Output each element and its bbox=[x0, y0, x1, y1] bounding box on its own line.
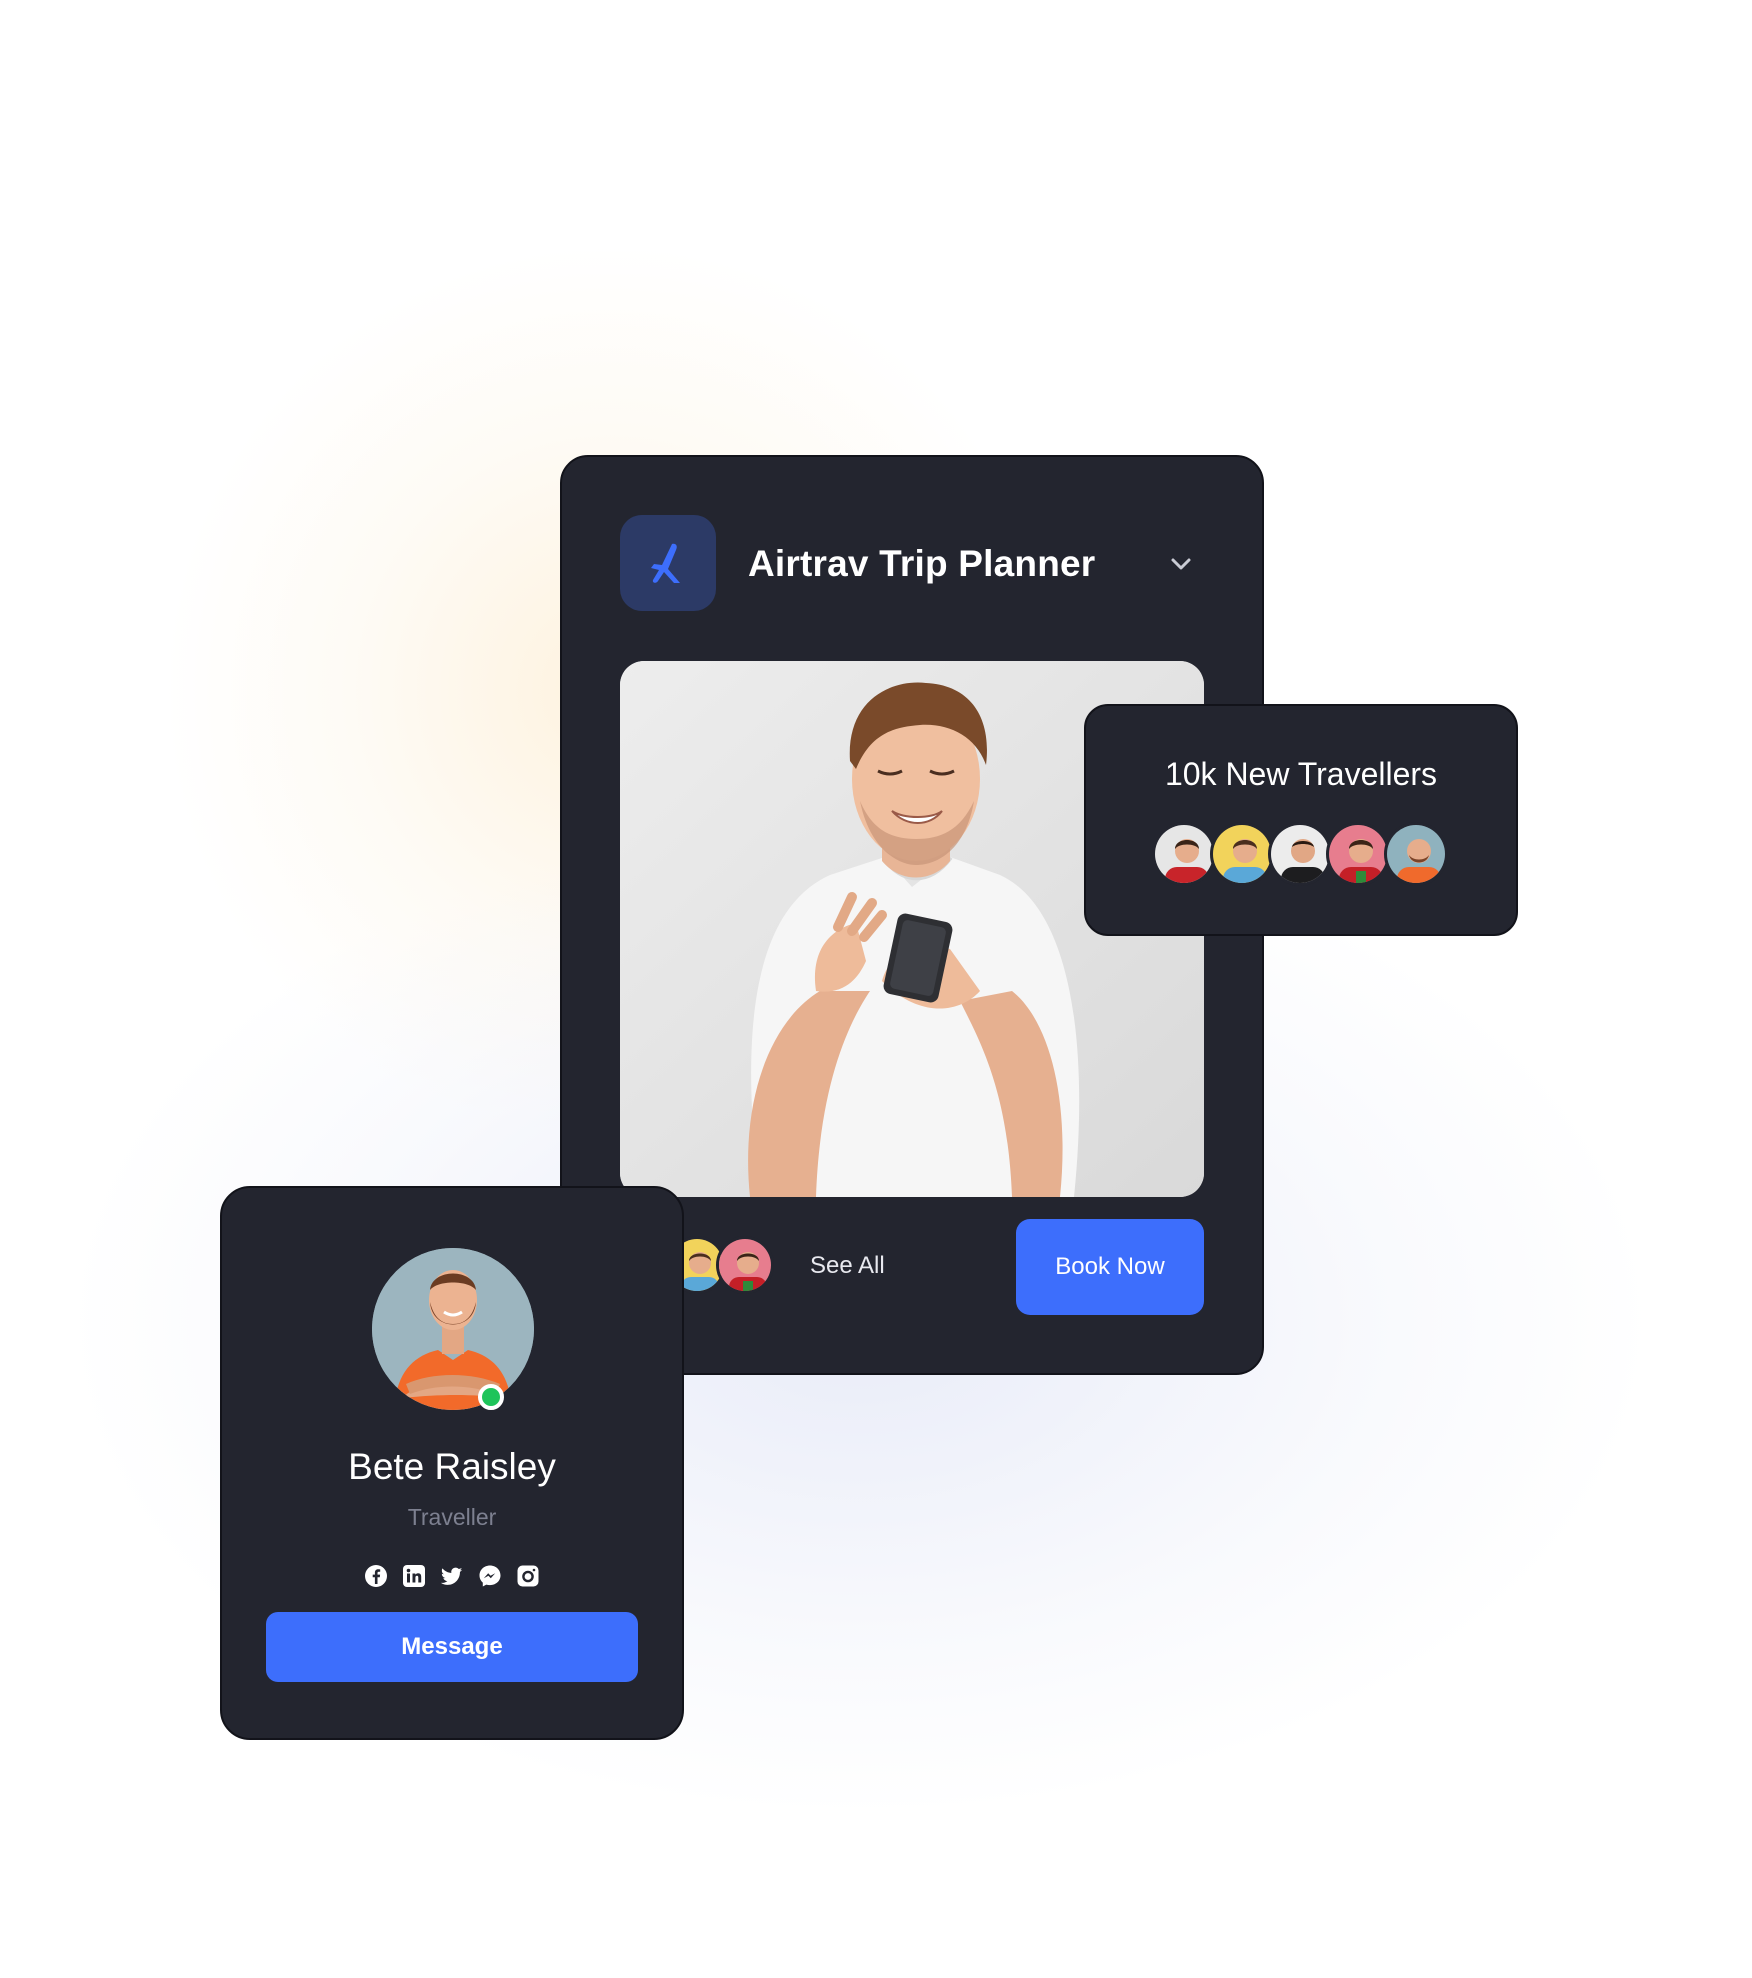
twitter-icon[interactable] bbox=[440, 1564, 464, 1588]
avatar bbox=[372, 1248, 534, 1410]
avatar bbox=[1268, 822, 1332, 886]
social-links bbox=[364, 1564, 540, 1588]
avatar bbox=[1384, 822, 1448, 886]
avatar bbox=[1152, 822, 1216, 886]
book-now-button[interactable]: Book Now bbox=[1016, 1219, 1204, 1315]
new-travellers-title: 10k New Travellers bbox=[1164, 756, 1438, 792]
profile-name: Bete Raisley bbox=[348, 1446, 556, 1487]
facebook-icon[interactable] bbox=[364, 1564, 388, 1588]
new-travellers-avatars bbox=[1152, 822, 1448, 886]
app-logo bbox=[620, 515, 716, 611]
instagram-icon[interactable] bbox=[516, 1564, 540, 1588]
messenger-icon[interactable] bbox=[478, 1564, 502, 1588]
see-all-link[interactable]: See All bbox=[810, 1252, 885, 1280]
avatar bbox=[1326, 822, 1390, 886]
chevron-down-icon[interactable] bbox=[1166, 549, 1196, 579]
profile-role: Traveller bbox=[407, 1504, 497, 1530]
new-travellers-card: 10k New Travellers bbox=[1084, 704, 1518, 936]
airtrav-logo-icon bbox=[644, 539, 692, 587]
avatar bbox=[1210, 822, 1274, 886]
app-title: Airtrav Trip Planner bbox=[748, 543, 1096, 584]
online-status-indicator bbox=[478, 1384, 504, 1410]
traveller-profile-card: Bete Raisley Traveller Message bbox=[220, 1186, 684, 1740]
linkedin-icon[interactable] bbox=[402, 1564, 426, 1588]
avatar bbox=[716, 1236, 774, 1294]
message-button[interactable]: Message bbox=[266, 1612, 638, 1682]
